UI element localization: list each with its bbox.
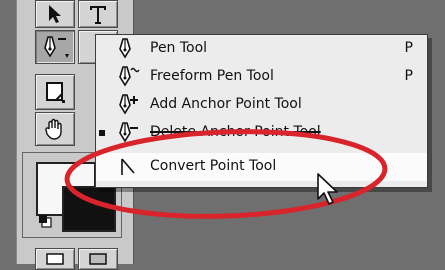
background-color-swatch[interactable] xyxy=(62,186,116,232)
freeform-pen-icon xyxy=(119,66,140,87)
menu-item-delete-anchor-point-tool[interactable]: Delete Anchor Point Tool xyxy=(96,119,427,147)
screen-mode-full[interactable] xyxy=(78,248,118,270)
menu-item-label: Delete Anchor Point Tool xyxy=(150,124,321,140)
menu-item-label: Convert Point Tool xyxy=(150,158,277,174)
note-icon xyxy=(46,82,65,103)
screen-mode-standard[interactable] xyxy=(35,248,75,270)
pen-tool[interactable] xyxy=(35,30,75,64)
menu-item-shortcut: P xyxy=(404,40,413,56)
delete-anchor-point-icon xyxy=(119,122,138,143)
type-icon xyxy=(90,6,106,24)
add-anchor-point-icon xyxy=(119,94,138,115)
selection-tool[interactable] xyxy=(35,0,75,28)
menu-item-label: Pen Tool xyxy=(150,40,208,56)
arrow-icon xyxy=(49,5,61,23)
standard-screen-icon xyxy=(46,253,64,265)
selected-bullet-icon xyxy=(99,130,105,136)
menu-item-freeform-pen-tool[interactable]: Freeform Pen Tool P xyxy=(96,63,427,91)
hand-icon xyxy=(45,118,62,140)
menu-item-shortcut: P xyxy=(404,68,413,84)
pen-icon xyxy=(119,38,131,59)
note-tool[interactable] xyxy=(35,74,75,110)
convert-point-icon xyxy=(121,158,135,175)
menu-item-convert-point-tool[interactable]: Convert Point Tool xyxy=(96,153,427,181)
type-tool[interactable] xyxy=(78,0,118,28)
pen-icon xyxy=(44,36,69,58)
pen-tools-flyout-menu: Pen Tool P Freeform Pen Tool P Add Ancho… xyxy=(95,34,428,188)
full-screen-icon xyxy=(89,253,107,265)
menu-item-label: Freeform Pen Tool xyxy=(150,68,274,84)
hand-tool[interactable] xyxy=(35,112,75,146)
menu-item-pen-tool[interactable]: Pen Tool P xyxy=(96,35,427,63)
default-colors-icon[interactable] xyxy=(38,214,52,228)
menu-item-add-anchor-point-tool[interactable]: Add Anchor Point Tool xyxy=(96,91,427,119)
mouse-cursor-icon xyxy=(317,173,338,205)
menu-item-label: Add Anchor Point Tool xyxy=(150,96,302,112)
